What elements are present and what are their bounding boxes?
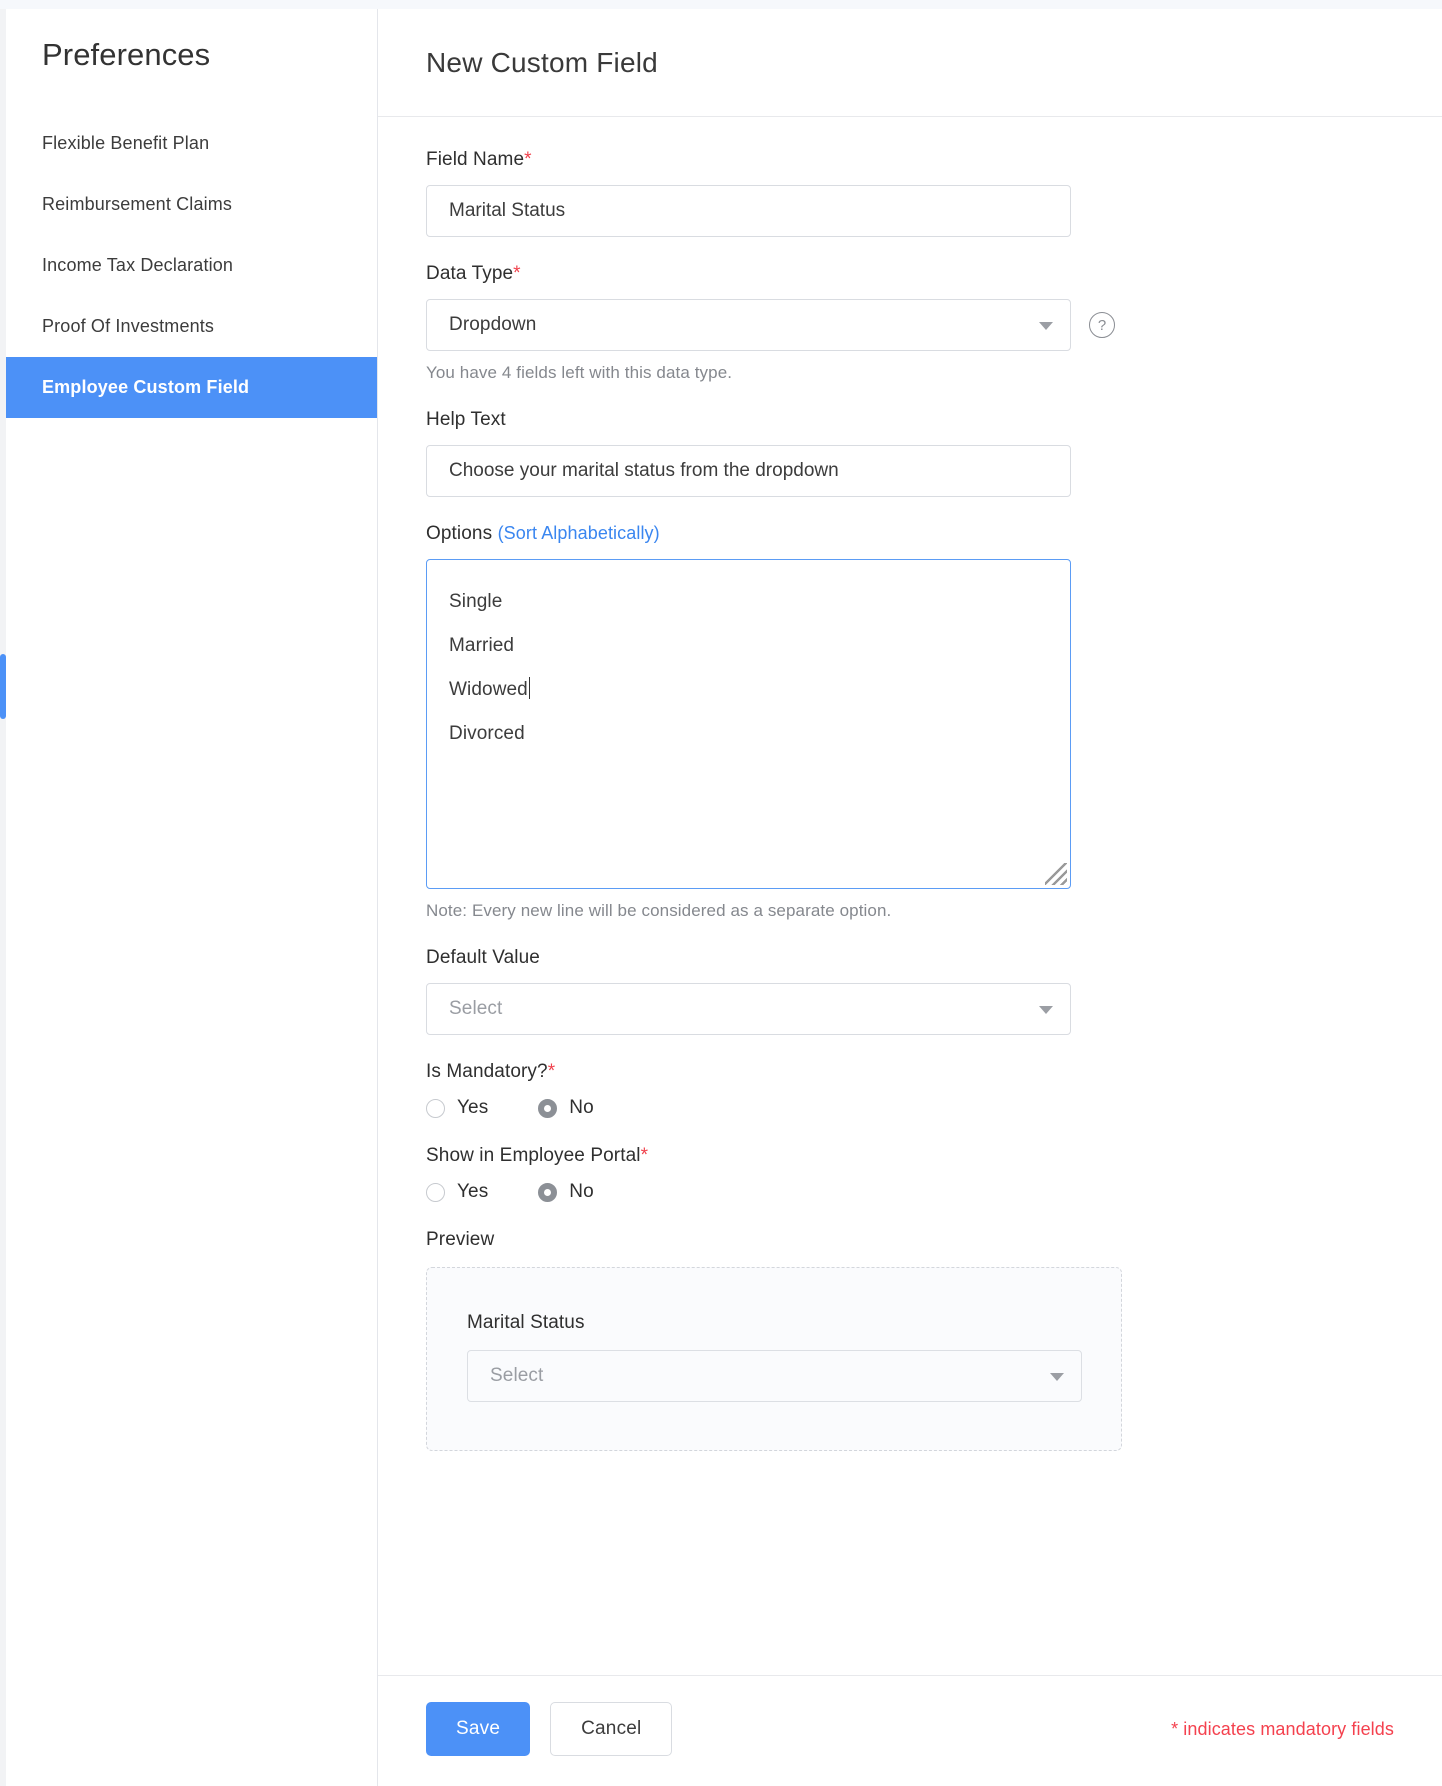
- is-mandatory-radio-no[interactable]: No: [538, 1097, 594, 1119]
- required-asterisk: *: [641, 1145, 649, 1166]
- data-type-select[interactable]: Dropdown: [426, 299, 1071, 351]
- radio-label: Yes: [457, 1097, 488, 1119]
- show-in-portal-radio-no[interactable]: No: [538, 1181, 594, 1203]
- main-header: New Custom Field: [378, 9, 1442, 117]
- form-footer: Save Cancel * indicates mandatory fields: [378, 1675, 1442, 1786]
- options-line: Divorced: [449, 712, 1048, 756]
- sort-alphabetically-link[interactable]: (Sort Alphabetically): [498, 523, 660, 543]
- radio-icon-selected: [538, 1099, 557, 1118]
- show-in-portal-block: Show in Employee Portal* Yes No: [426, 1145, 1394, 1203]
- options-label: Options (Sort Alphabetically): [426, 523, 1394, 545]
- radio-label: No: [569, 1097, 594, 1119]
- sidebar-nav: Flexible Benefit Plan Reimbursement Clai…: [6, 113, 377, 418]
- show-in-portal-label-text: Show in Employee Portal: [426, 1145, 641, 1166]
- app-root: Preferences Flexible Benefit Plan Reimbu…: [6, 9, 1442, 1786]
- sidebar: Preferences Flexible Benefit Plan Reimbu…: [6, 9, 378, 1786]
- help-text-label: Help Text: [426, 409, 1394, 431]
- preview-select-wrap: Select: [467, 1350, 1082, 1402]
- cancel-button[interactable]: Cancel: [550, 1702, 672, 1756]
- options-label-text: Options: [426, 523, 492, 544]
- help-text-block: Help Text: [426, 409, 1394, 497]
- sidebar-item-income-tax-declaration[interactable]: Income Tax Declaration: [6, 235, 377, 296]
- footer-buttons: Save Cancel: [426, 1702, 672, 1756]
- show-in-portal-radio-yes[interactable]: Yes: [426, 1181, 488, 1203]
- sidebar-item-employee-custom-field[interactable]: Employee Custom Field: [6, 357, 377, 418]
- resize-handle[interactable]: [1045, 863, 1067, 885]
- radio-icon-selected: [538, 1183, 557, 1202]
- text-cursor: [529, 677, 530, 699]
- mandatory-fields-note: * indicates mandatory fields: [1171, 1719, 1394, 1740]
- options-line-with-cursor: Widowed: [449, 668, 1048, 712]
- is-mandatory-label-text: Is Mandatory?: [426, 1061, 548, 1082]
- main-title: New Custom Field: [426, 47, 658, 79]
- radio-label: No: [569, 1181, 594, 1203]
- radio-icon: [426, 1183, 445, 1202]
- is-mandatory-radio-group: Yes No: [426, 1097, 1394, 1119]
- main-panel: New Custom Field Field Name* Data Type* …: [378, 9, 1442, 1786]
- options-block: Options (Sort Alphabetically) Single Mar…: [426, 523, 1394, 921]
- custom-field-form: Field Name* Data Type* Dropdown ? You ha…: [378, 117, 1442, 1641]
- data-type-label-text: Data Type: [426, 263, 513, 284]
- show-in-portal-label: Show in Employee Portal*: [426, 1145, 1394, 1167]
- sidebar-item-flexible-benefit-plan[interactable]: Flexible Benefit Plan: [6, 113, 377, 174]
- is-mandatory-block: Is Mandatory?* Yes No: [426, 1061, 1394, 1119]
- save-button[interactable]: Save: [426, 1702, 530, 1756]
- default-value-select[interactable]: Select: [426, 983, 1071, 1035]
- preview-select[interactable]: Select: [467, 1350, 1082, 1402]
- show-in-portal-radio-group: Yes No: [426, 1181, 1394, 1203]
- preview-field-label: Marital Status: [467, 1312, 1081, 1334]
- sidebar-item-proof-of-investments[interactable]: Proof Of Investments: [6, 296, 377, 357]
- help-circle-icon[interactable]: ?: [1089, 312, 1115, 338]
- options-line: Married: [449, 624, 1048, 668]
- data-type-block: Data Type* Dropdown ? You have 4 fields …: [426, 263, 1394, 383]
- options-line: Single: [449, 580, 1048, 624]
- field-name-block: Field Name*: [426, 149, 1394, 237]
- required-asterisk: *: [513, 263, 521, 284]
- sidebar-item-reimbursement-claims[interactable]: Reimbursement Claims: [6, 174, 377, 235]
- default-value-label: Default Value: [426, 947, 1394, 969]
- required-asterisk: *: [548, 1061, 556, 1082]
- radio-label: Yes: [457, 1181, 488, 1203]
- help-text-input[interactable]: [426, 445, 1071, 497]
- options-line-text: Widowed: [449, 679, 528, 700]
- options-note: Note: Every new line will be considered …: [426, 901, 1394, 921]
- data-type-row: Dropdown ?: [426, 299, 1394, 351]
- preview-container: Marital Status Select: [426, 1267, 1122, 1451]
- top-strip: [0, 0, 1442, 9]
- data-type-hint: You have 4 fields left with this data ty…: [426, 363, 1394, 383]
- options-textarea[interactable]: Single Married Widowed Divorced: [426, 559, 1071, 889]
- preview-block: Preview Marital Status Select: [426, 1229, 1394, 1451]
- default-value-select-wrap: Select: [426, 983, 1071, 1035]
- page-title: Preferences: [6, 37, 377, 73]
- required-asterisk: *: [524, 149, 532, 170]
- data-type-label: Data Type*: [426, 263, 1394, 285]
- field-name-input[interactable]: [426, 185, 1071, 237]
- preview-label: Preview: [426, 1229, 1394, 1251]
- is-mandatory-label: Is Mandatory?*: [426, 1061, 1394, 1083]
- default-value-block: Default Value Select: [426, 947, 1394, 1035]
- radio-icon: [426, 1099, 445, 1118]
- data-type-select-wrap: Dropdown: [426, 299, 1071, 351]
- is-mandatory-radio-yes[interactable]: Yes: [426, 1097, 488, 1119]
- field-name-label: Field Name*: [426, 149, 1394, 171]
- field-name-label-text: Field Name: [426, 149, 524, 170]
